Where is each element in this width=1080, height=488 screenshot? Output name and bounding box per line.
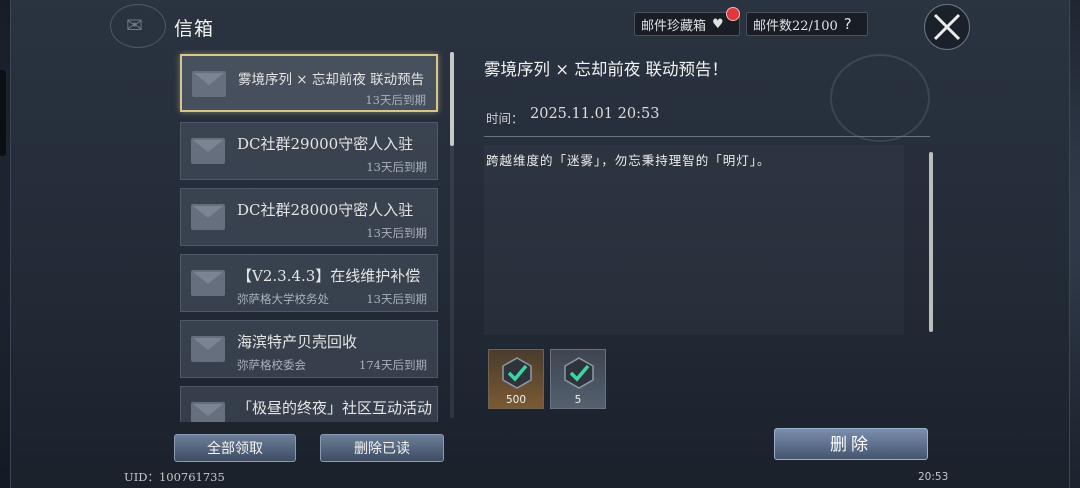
side-edge-tab (0, 70, 6, 156)
page-title: 信箱 (174, 18, 215, 40)
envelope-icon (191, 270, 225, 296)
mail-list: 雾境序列 × 忘却前夜 联动预告 13天后到期 DC社群29000守密人入驻 1… (170, 50, 446, 422)
mail-time: 2025.11.01 20:53 (530, 106, 660, 122)
heart-icon: ♥ (712, 16, 724, 32)
envelope-icon (191, 336, 225, 362)
user-uid: UID：100761735 (124, 470, 225, 484)
reward-item[interactable]: 500 (488, 349, 544, 409)
mail-expiry: 13天后到期 (366, 160, 427, 174)
envelope-icon (191, 138, 225, 164)
mail-subject: 雾境序列 × 忘却前夜 联动预告 (238, 72, 425, 88)
mail-subject: DC社群28000守密人入驻 (237, 201, 414, 219)
clock: 20:53 (918, 471, 949, 483)
reward-item[interactable]: 5 (550, 349, 606, 409)
mail-expiry: 13天后到期 (366, 226, 427, 240)
reward-quantity: 500 (505, 394, 527, 406)
mail-subject: 【V2.3.4.3】在线维护补偿 (237, 267, 421, 285)
envelope-icon (192, 71, 226, 97)
envelope-icon (191, 204, 225, 230)
mail-sender: 弥萨格大学校务处 (237, 292, 329, 306)
reward-quantity: 5 (574, 394, 582, 406)
delete-read-button[interactable]: 删除已读 (320, 434, 444, 462)
delete-button[interactable]: 删除 (774, 428, 928, 460)
mailbox-emblem-icon (110, 4, 166, 48)
check-badge-icon (502, 357, 532, 389)
mail-item[interactable]: 海滨特产贝壳回收 弥萨格校委会 174天后到期 (180, 320, 438, 378)
close-button[interactable] (924, 4, 970, 50)
mail-body-area (484, 145, 904, 335)
mail-item[interactable]: DC社群29000守密人入驻 13天后到期 (180, 122, 438, 180)
notification-dot (726, 7, 740, 21)
mail-subject: 海滨特产贝壳回收 (237, 333, 358, 351)
mail-subject: DC社群29000守密人入驻 (237, 135, 414, 153)
mail-sender: 弥萨格校委会 (237, 358, 306, 372)
mail-body-text: 跨越维度的「迷雾」，勿忘秉持理智的「明灯」。 (486, 153, 771, 168)
help-icon[interactable]: ? (844, 15, 852, 33)
mail-expiry: 13天后到期 (366, 292, 427, 306)
favorites-box-label: 邮件珍藏箱 (641, 18, 707, 34)
mail-detail-title: 雾境序列 × 忘却前夜 联动预告！ (484, 60, 729, 79)
mail-item[interactable]: 雾境序列 × 忘却前夜 联动预告 13天后到期 (180, 54, 438, 112)
seal-watermark-icon (830, 54, 930, 142)
mail-item[interactable]: DC社群28000守密人入驻 13天后到期 (180, 188, 438, 246)
mail-list-scrollbar[interactable] (450, 52, 454, 146)
mail-body-scrollbar[interactable] (929, 152, 933, 332)
check-badge-icon (564, 357, 594, 389)
mail-count-box: 邮件数22/100 ? (746, 12, 868, 36)
mail-item[interactable]: 「极昼的终夜」社区互动活动 (180, 386, 438, 422)
mail-subject: 「极昼的终夜」社区互动活动 (237, 399, 433, 417)
close-x-icon (933, 13, 961, 41)
envelope-icon (191, 402, 225, 422)
mail-time-label: 时间： (486, 111, 524, 126)
mail-item[interactable]: 【V2.3.4.3】在线维护补偿 弥萨格大学校务处 13天后到期 (180, 254, 438, 312)
claim-all-button[interactable]: 全部领取 (174, 434, 296, 462)
mail-count-label: 邮件数22/100 (753, 18, 838, 34)
mail-expiry: 13天后到期 (365, 93, 426, 107)
mail-expiry: 174天后到期 (359, 358, 427, 372)
reward-list: 500 5 (488, 349, 606, 409)
favorites-box-button[interactable]: 邮件珍藏箱 ♥ (634, 12, 740, 36)
divider (484, 136, 930, 137)
